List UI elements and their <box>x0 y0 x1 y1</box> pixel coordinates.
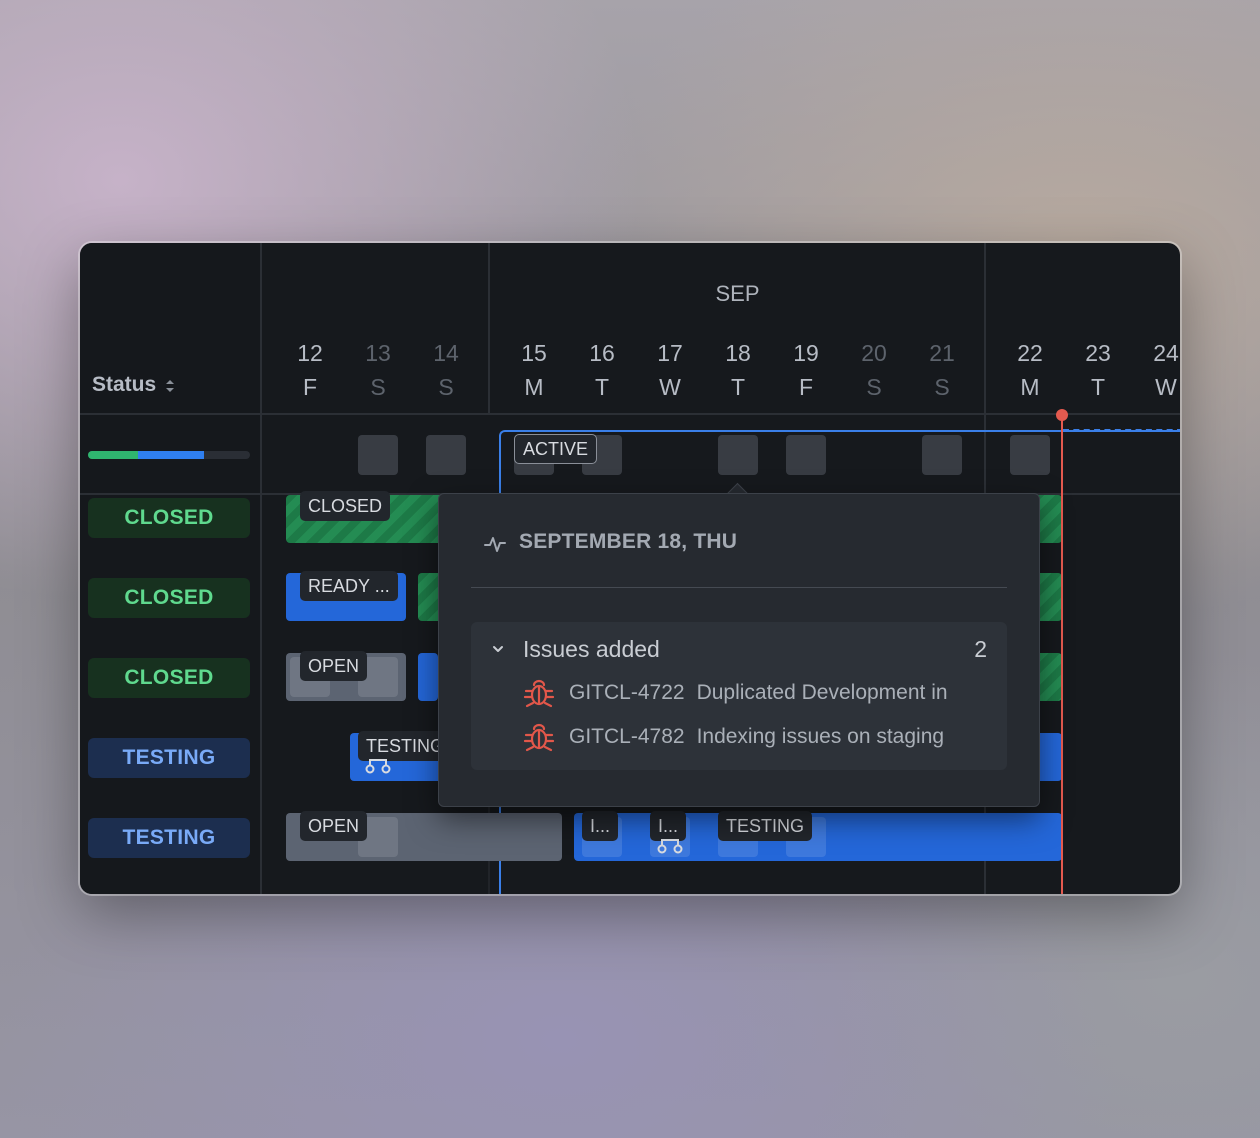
day-number: 12 <box>297 340 323 366</box>
future-sprint-dash <box>1063 429 1180 431</box>
day-of-week: F <box>302 374 318 400</box>
issue-title[interactable]: Duplicated Development in <box>697 681 948 704</box>
section-count: 2 <box>974 636 987 662</box>
today-line <box>1061 413 1063 894</box>
day-of-week: T <box>1090 374 1106 400</box>
month-label: SEP <box>715 281 760 306</box>
tooltip-divider <box>471 587 1007 588</box>
day-number: 20 <box>861 340 887 366</box>
bar-label: OPEN <box>300 811 368 841</box>
day-number: 17 <box>657 340 683 366</box>
issue-key[interactable]: GITCL-4782 <box>569 725 685 748</box>
status-badge[interactable]: CLOSED <box>88 578 250 618</box>
issues-added-section[interactable]: Issues added 2 GITCL-4722 Duplicated Deve… <box>471 622 1007 770</box>
today-marker <box>1056 409 1068 421</box>
day-number: 14 <box>433 340 459 366</box>
bar-label: I... <box>650 811 687 841</box>
day-of-week: M <box>1020 374 1040 400</box>
day-of-week: F <box>798 374 814 400</box>
header-divider <box>80 413 260 415</box>
day-number: 19 <box>793 340 819 366</box>
day-number: 16 <box>589 340 615 366</box>
day-number: 18 <box>725 340 751 366</box>
day-number: 21 <box>929 340 955 366</box>
day-of-week: M <box>524 374 544 400</box>
progress-testing <box>138 451 204 459</box>
day-details-tooltip: SEPTEMBER 18, THU Issues added 2 GITCL-4… <box>438 493 1040 807</box>
day-number: 13 <box>365 340 391 366</box>
tooltip-date: SEPTEMBER 18, THU <box>519 530 738 553</box>
status-badge[interactable]: TESTING <box>88 738 250 778</box>
day-cell[interactable] <box>358 435 398 475</box>
bar-label: CLOSED <box>300 491 391 521</box>
chevron-down-icon[interactable] <box>491 642 505 656</box>
link-icon <box>365 759 391 774</box>
day-cell[interactable] <box>426 435 466 475</box>
bar-label: I... <box>582 811 619 841</box>
issue-bar[interactable] <box>418 653 438 701</box>
status-column: Status CLOSED CLOSED CLOSED TESTING TEST… <box>80 243 262 894</box>
week-divider <box>488 243 490 413</box>
day-of-week: S <box>866 374 882 400</box>
status-badge[interactable]: TESTING <box>88 818 250 858</box>
day-number: 24 <box>1153 340 1179 366</box>
day-of-week: T <box>730 374 746 400</box>
day-of-week: T <box>594 374 610 400</box>
summary-divider <box>80 493 260 495</box>
sort-icon[interactable] <box>164 377 176 395</box>
issue-row[interactable]: GITCL-4722 Duplicated Development in <box>523 678 993 710</box>
issue-title[interactable]: Indexing issues on staging <box>697 725 945 748</box>
day-number: 23 <box>1085 340 1111 366</box>
day-of-week: S <box>934 374 950 400</box>
status-badge[interactable]: CLOSED <box>88 498 250 538</box>
section-title: Issues added <box>523 636 660 662</box>
bug-icon <box>523 679 555 708</box>
activity-icon <box>484 537 506 552</box>
issue-row[interactable]: GITCL-4782 Indexing issues on staging <box>523 722 993 754</box>
sprint-active-label[interactable]: ACTIVE <box>514 434 598 464</box>
status-badge[interactable]: CLOSED <box>88 658 250 698</box>
day-of-week: S <box>370 374 386 400</box>
day-of-week: W <box>1155 374 1177 400</box>
link-icon <box>657 839 683 854</box>
timeline-window: SEP 12 F 13 S 14 S 15 M 16 T 17 W 18 T 19 F 20 S 21 S 22 M 23 T… <box>80 243 1180 894</box>
day-number: 22 <box>1017 340 1043 366</box>
status-progress-bar <box>88 451 250 459</box>
status-column-header[interactable]: Status <box>92 373 156 397</box>
bug-icon <box>523 723 555 752</box>
bar-label: OPEN <box>300 651 368 681</box>
issue-key[interactable]: GITCL-4722 <box>569 681 685 704</box>
progress-closed <box>88 451 138 459</box>
day-of-week: S <box>438 374 454 400</box>
bar-label: TESTING <box>718 811 813 841</box>
day-of-week: W <box>659 374 681 400</box>
day-number: 15 <box>521 340 547 366</box>
bar-label: READY ... <box>300 571 398 601</box>
